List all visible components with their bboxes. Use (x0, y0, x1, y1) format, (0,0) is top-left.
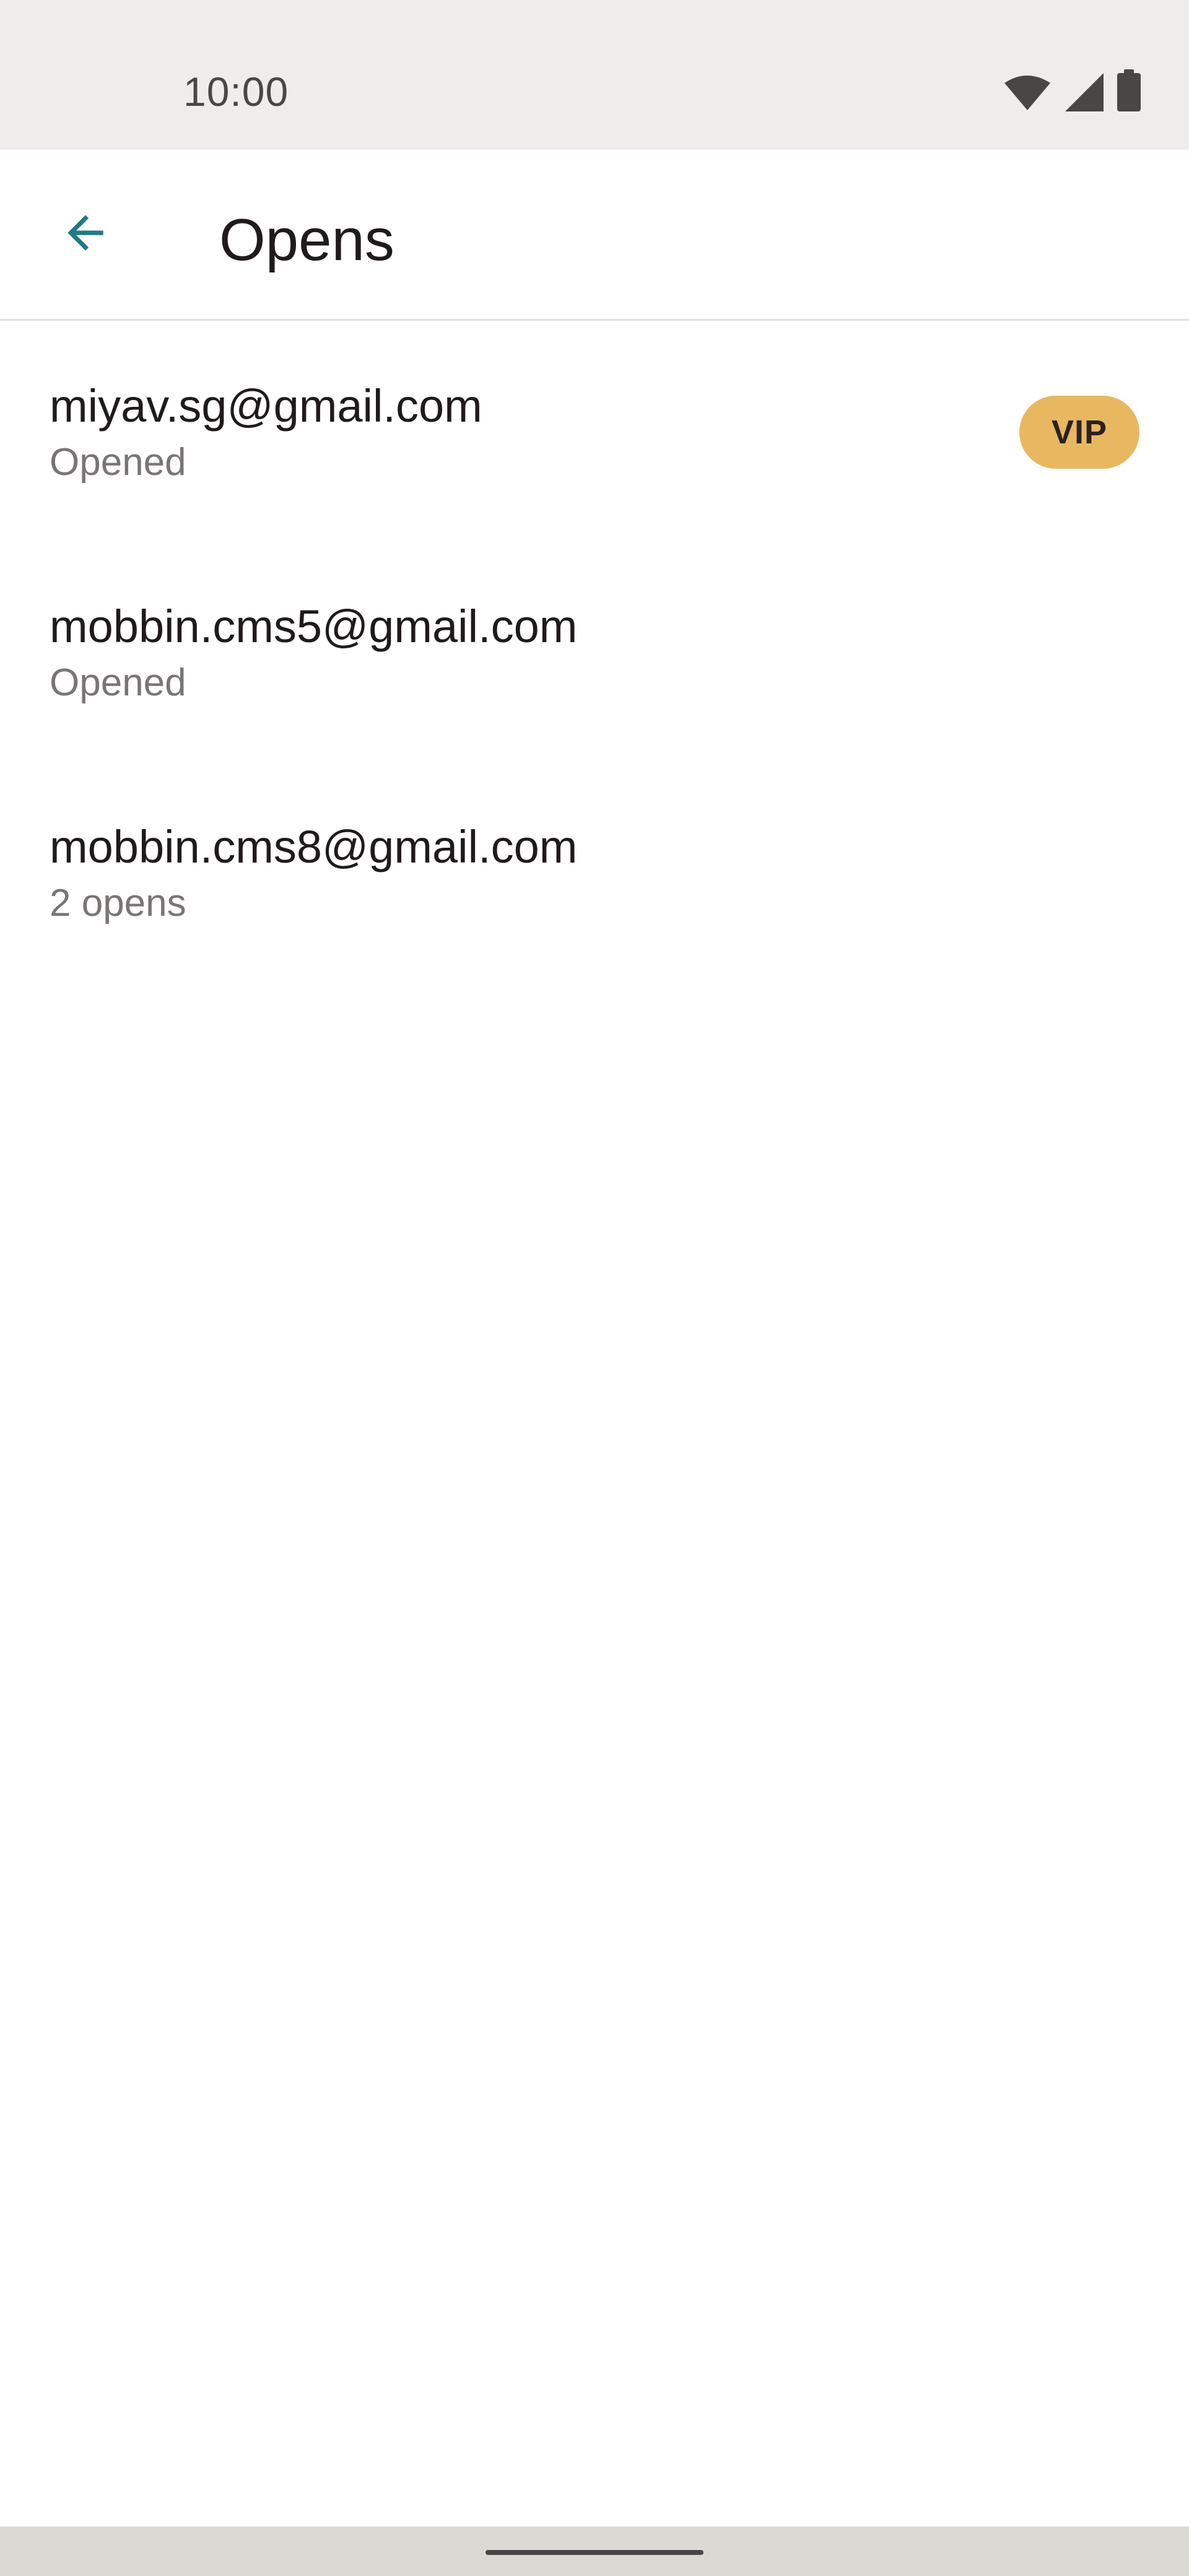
opens-list: miyav.sg@gmail.com Opened VIP mobbin.cms… (0, 323, 1189, 984)
open-status: Opened (50, 441, 186, 484)
back-button[interactable] (45, 193, 126, 275)
recipient-email: mobbin.cms8@gmail.com (50, 821, 578, 872)
app-bar: Opens (0, 150, 1189, 321)
list-item[interactable]: mobbin.cms8@gmail.com 2 opens (0, 764, 1189, 984)
page-title: Opens (219, 207, 394, 273)
open-status: Opened (50, 661, 186, 704)
opens-screen: 10:00 Opens miyav.sg@gmail.com Opened VI… (0, 0, 1189, 2576)
status-time: 10:00 (183, 69, 289, 115)
recipient-email: mobbin.cms5@gmail.com (50, 601, 578, 652)
signal-icon (1065, 73, 1104, 111)
arrow-back-icon (59, 206, 112, 263)
battery-icon (1117, 69, 1141, 111)
navigation-bar (0, 2526, 1189, 2576)
status-bar: 10:00 (0, 0, 1189, 150)
status-icons (1003, 69, 1141, 111)
vip-badge: VIP (1019, 396, 1139, 469)
open-status: 2 opens (50, 882, 186, 925)
home-gesture-handle[interactable] (486, 2550, 703, 2555)
recipient-email: miyav.sg@gmail.com (50, 380, 482, 432)
list-item[interactable]: mobbin.cms5@gmail.com Opened (0, 543, 1189, 764)
wifi-icon (1003, 74, 1052, 111)
list-item[interactable]: miyav.sg@gmail.com Opened VIP (0, 323, 1189, 543)
